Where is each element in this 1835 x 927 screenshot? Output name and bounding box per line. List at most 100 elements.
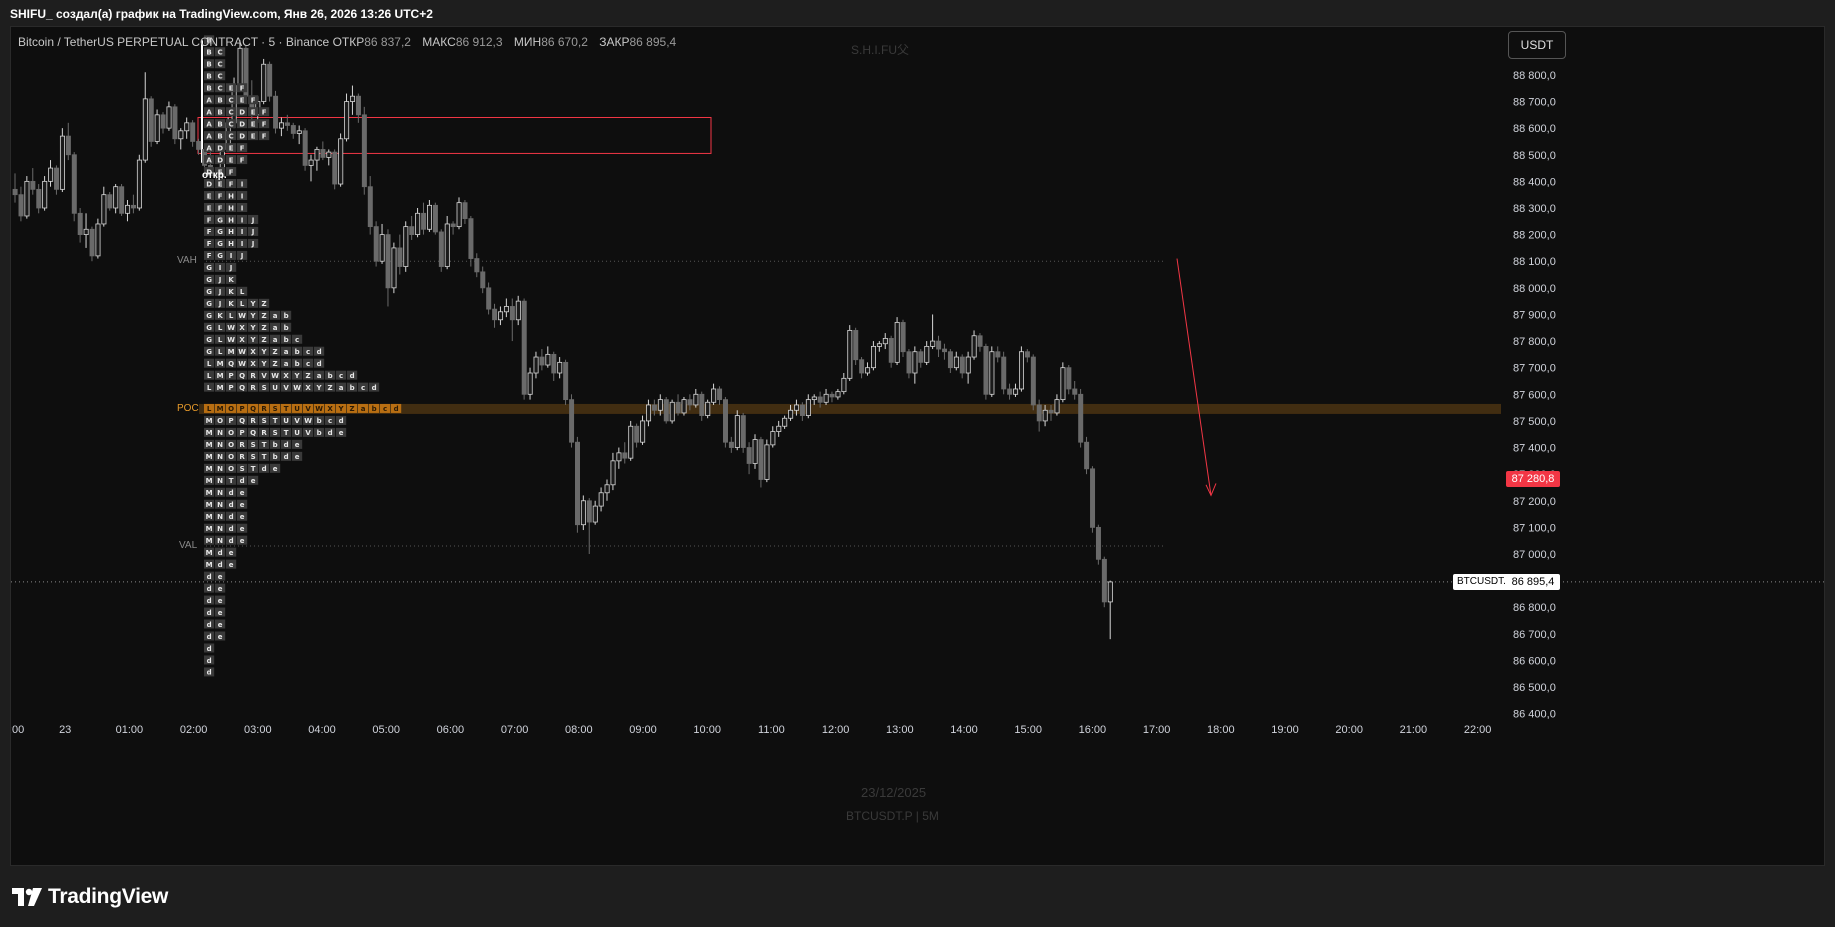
tpo-letter: K bbox=[228, 276, 234, 284]
currency-button[interactable]: USDT bbox=[1508, 31, 1566, 59]
candle-body bbox=[421, 212, 427, 230]
candle-body bbox=[196, 141, 202, 150]
candle-body bbox=[1066, 367, 1072, 390]
candle-body bbox=[326, 151, 332, 158]
profile-open-label: откр. bbox=[202, 170, 227, 181]
candle-body bbox=[669, 401, 675, 422]
candle-body bbox=[1030, 356, 1036, 406]
val-label: VAL bbox=[179, 540, 198, 551]
tpo-letter: R bbox=[261, 405, 267, 413]
tpo-letter: b bbox=[284, 324, 289, 332]
price-tick: 87 600,0 bbox=[1513, 389, 1556, 401]
tpo-letter: X bbox=[239, 336, 245, 344]
candle-body bbox=[1001, 356, 1007, 390]
candle-body bbox=[373, 226, 379, 262]
candle-body bbox=[1013, 388, 1019, 395]
candle-body bbox=[930, 340, 936, 347]
price-tick: 87 000,0 bbox=[1513, 549, 1556, 561]
candle-body bbox=[746, 447, 752, 464]
watermark-date: 23/12/2025 bbox=[861, 785, 927, 800]
tpo-letter: H bbox=[228, 240, 234, 248]
tpo-letter: b bbox=[350, 384, 355, 392]
tpo-letter: H bbox=[228, 204, 234, 212]
chart-plot[interactable]: BB CB CB CB C E FA B C E FA B C D E FA B C D E FA B C D E FA D E FA D… bbox=[11, 27, 1824, 865]
tpo-letter: T bbox=[262, 441, 267, 449]
tradingview-logo[interactable]: TradingView bbox=[12, 884, 168, 910]
tpo-letter: Z bbox=[328, 384, 333, 392]
candle-body bbox=[415, 212, 421, 236]
candle-body bbox=[1090, 468, 1096, 528]
candle-body bbox=[598, 492, 604, 507]
tpo-letter: E bbox=[207, 204, 212, 212]
tpo-letter: B bbox=[206, 49, 211, 57]
tpo-letter: M bbox=[206, 513, 213, 521]
candle-body bbox=[474, 258, 480, 273]
candle-body bbox=[521, 300, 527, 395]
tpo-letter: L bbox=[240, 288, 245, 296]
tpo-letter: E bbox=[218, 180, 223, 188]
tpo-letter: B bbox=[217, 96, 222, 104]
tpo-letter: e bbox=[218, 597, 223, 605]
price-tick: 88 000,0 bbox=[1513, 283, 1556, 295]
candle-body bbox=[557, 361, 563, 374]
tpo-letter: C bbox=[229, 108, 234, 116]
tpo-letter: G bbox=[217, 240, 223, 248]
tpo-letter: I bbox=[241, 216, 244, 224]
tpo-letter: T bbox=[273, 417, 278, 425]
candle-body bbox=[438, 231, 444, 267]
candle-body bbox=[646, 404, 652, 422]
tpo-letter: N bbox=[217, 453, 223, 461]
tpo-letter: M bbox=[217, 372, 224, 380]
candle-body bbox=[1072, 388, 1078, 395]
watermark-author: S.H.I.FU父 bbox=[851, 43, 910, 57]
candle-body bbox=[622, 452, 628, 459]
tpo-letter: P bbox=[240, 429, 245, 437]
time-tick: 17:00 bbox=[1143, 724, 1171, 736]
candle-body bbox=[142, 98, 148, 161]
tpo-letter: W bbox=[315, 405, 323, 413]
tpo-letter: H bbox=[228, 192, 234, 200]
candle-body bbox=[503, 306, 509, 313]
price-tick: 86 600,0 bbox=[1513, 655, 1556, 667]
tpo-letter: G bbox=[206, 300, 212, 308]
candle-body bbox=[1095, 526, 1101, 560]
tpo-letter: a bbox=[273, 312, 278, 320]
tpo-letter: c bbox=[328, 417, 332, 425]
candle-body bbox=[36, 188, 42, 209]
tpo-letter: b bbox=[273, 453, 278, 461]
tpo-letter: B bbox=[206, 73, 211, 81]
tpo-letter: M bbox=[206, 549, 213, 557]
tpo-letter: V bbox=[305, 405, 311, 413]
tpo-letter: d bbox=[229, 489, 234, 497]
tpo-letter: G bbox=[206, 336, 212, 344]
candle-body bbox=[876, 343, 882, 347]
candle-body bbox=[71, 154, 77, 214]
candle-body bbox=[42, 180, 48, 209]
tpo-letter: N bbox=[217, 501, 223, 509]
tpo-letter: d bbox=[350, 372, 355, 380]
tpo-letter: Z bbox=[262, 324, 267, 332]
candle-body bbox=[89, 228, 95, 257]
candle-body bbox=[24, 180, 30, 217]
tpo-letter: d bbox=[207, 633, 212, 641]
candle-body bbox=[977, 335, 983, 347]
tpo-letter: F bbox=[229, 180, 234, 188]
candle-body bbox=[699, 393, 705, 416]
candle-body bbox=[338, 138, 344, 185]
tpo-letter: d bbox=[207, 645, 212, 653]
chart-area[interactable]: BBCBCBCBCEFABCEFABCDEFABCDEFABCDEFADEFAD… bbox=[10, 26, 1825, 866]
candle-body bbox=[853, 330, 859, 361]
vah-label: VAH bbox=[177, 255, 197, 267]
time-tick: 03:00 bbox=[244, 724, 272, 736]
candle-body bbox=[805, 399, 811, 416]
tpo-letter: Z bbox=[273, 348, 278, 356]
tpo-letter: A bbox=[206, 96, 212, 104]
tpo-letter: e bbox=[251, 477, 256, 485]
tpo-letter: d bbox=[240, 477, 245, 485]
tpo-letter: S bbox=[251, 453, 256, 461]
tpo-letter: X bbox=[283, 372, 289, 380]
tpo-letter: F bbox=[218, 204, 223, 212]
tpo-letter: X bbox=[327, 405, 333, 413]
candle-body bbox=[509, 306, 515, 321]
candle-body bbox=[391, 247, 397, 289]
